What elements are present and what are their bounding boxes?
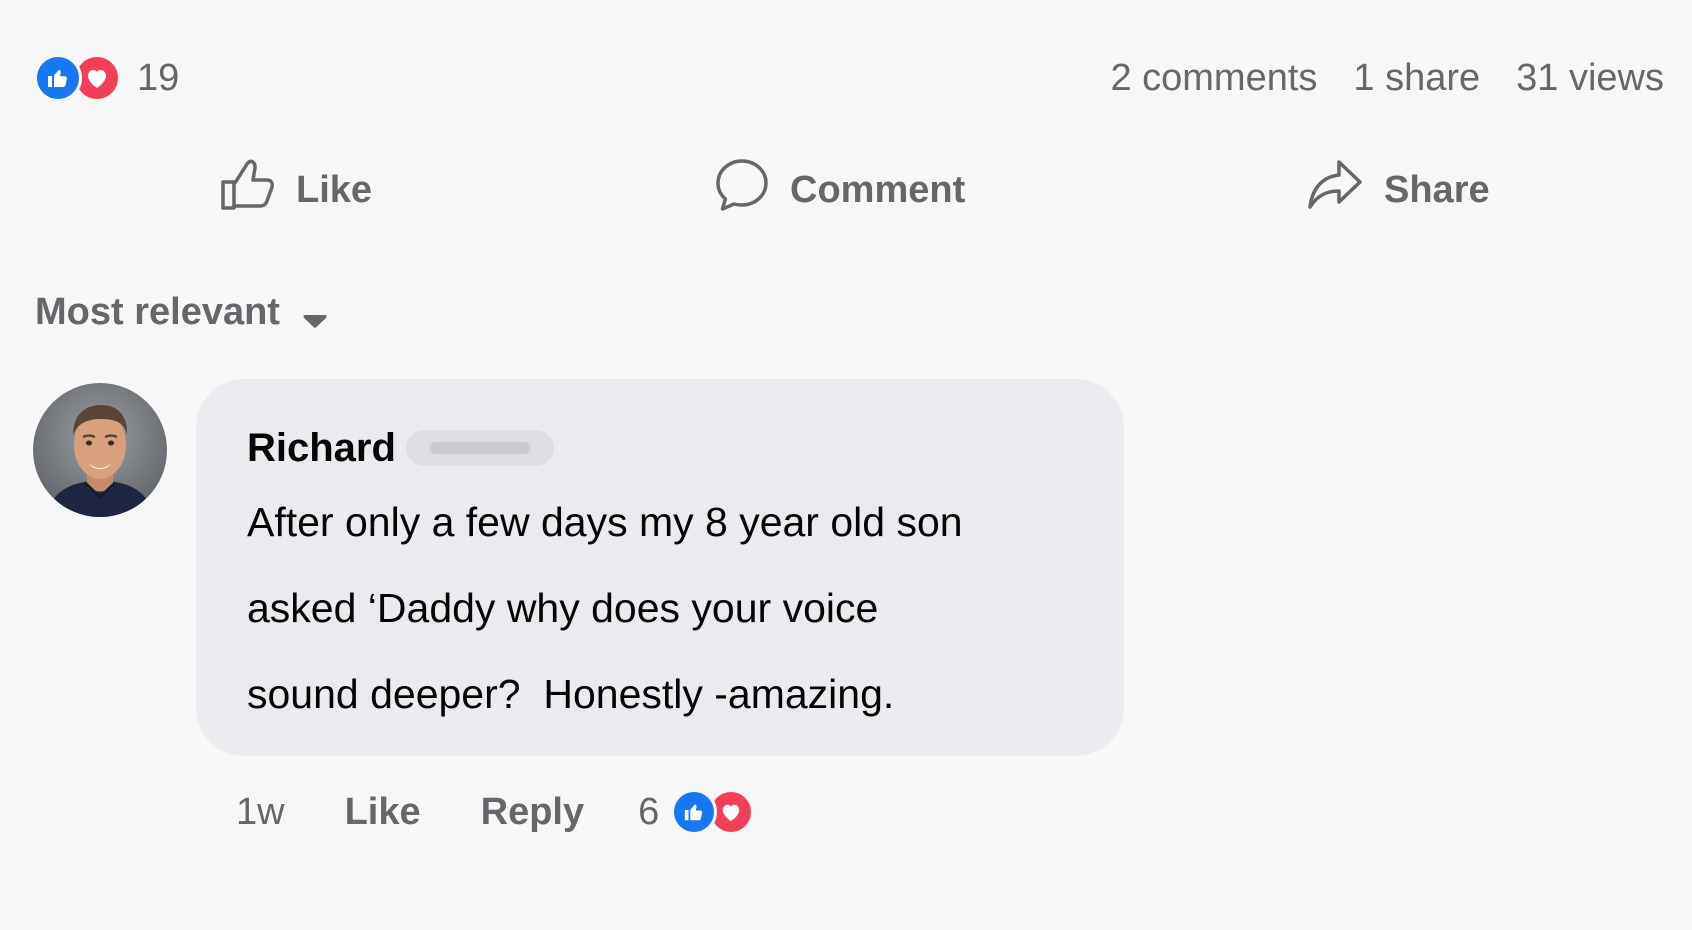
commenter-avatar-image [33, 383, 167, 517]
comment-author-row: Richard [247, 417, 1076, 479]
like-button-label: Like [296, 168, 373, 211]
like-button[interactable]: Like [218, 150, 372, 230]
comment-text-line: sound deeper? Honestly -amazing. [247, 671, 895, 717]
post-reactions-summary[interactable]: 19 [34, 54, 179, 102]
post-stats-bar: 19 2 comments 1 share 31 views [34, 50, 1664, 106]
comment-text-line: After only a few days my 8 year old son [247, 499, 963, 545]
redacted-surname [405, 430, 554, 466]
comment-author-name[interactable]: Richard [247, 426, 396, 471]
engagement-counts: 2 comments 1 share 31 views [1110, 57, 1664, 100]
share-arrow-icon [1306, 158, 1384, 222]
comment-button-label: Comment [790, 168, 966, 211]
like-reaction-icon [671, 789, 718, 835]
comment-like-button[interactable]: Like [345, 791, 421, 834]
comment-text: After only a few days my 8 year old son … [247, 479, 1076, 737]
comment-reaction-count: 6 [638, 790, 660, 833]
thumbs-up-icon [218, 157, 296, 223]
comment-timestamp[interactable]: 1w [236, 791, 285, 834]
views-count: 31 views [1516, 56, 1664, 99]
comment-text-line: asked ‘Daddy why does your voice [247, 585, 879, 631]
comments-count-link[interactable]: 2 comments [1110, 57, 1317, 100]
speech-bubble-icon [714, 157, 790, 223]
post-action-bar: Like Comment Share [0, 150, 1692, 230]
comment-reply-button[interactable]: Reply [481, 791, 584, 834]
comment-meta-row: 1w Like Reply 6 [236, 784, 755, 840]
like-reaction-icon [34, 54, 82, 102]
share-button[interactable]: Share [1306, 150, 1490, 230]
sort-label: Most relevant [35, 291, 280, 333]
comment-sort-dropdown[interactable]: Most relevant [35, 286, 328, 339]
caret-down-icon [302, 296, 328, 339]
commenter-avatar[interactable] [33, 383, 167, 517]
share-button-label: Share [1384, 168, 1490, 211]
comment-button[interactable]: Comment [714, 150, 965, 230]
comment-reactions-summary[interactable] [671, 789, 755, 835]
reaction-count: 19 [137, 56, 180, 99]
comment-bubble: Richard After only a few days my 8 year … [196, 379, 1124, 756]
shares-count-link[interactable]: 1 share [1353, 57, 1480, 100]
